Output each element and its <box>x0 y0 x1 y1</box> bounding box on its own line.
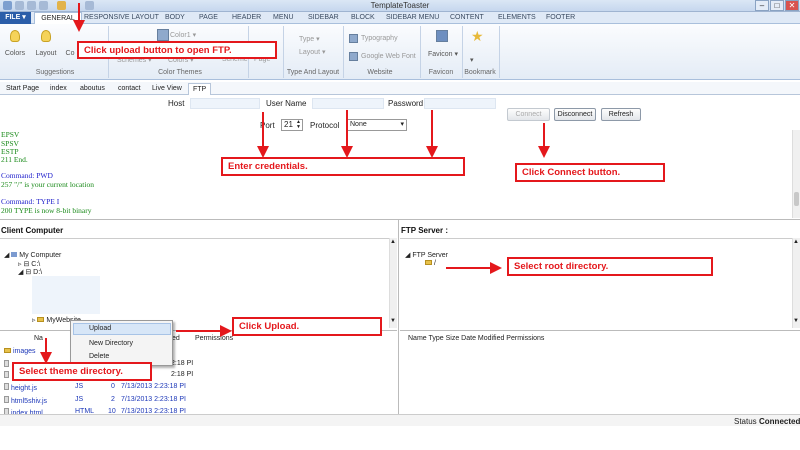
annotation-connect: Click Connect button. <box>515 163 665 182</box>
annotation-credentials: Enter credentials. <box>221 157 465 176</box>
annotation-root: Select root directory. <box>507 257 713 276</box>
annotation-theme: Select theme directory. <box>12 362 152 381</box>
annotation-arrows <box>40 3 550 364</box>
annotation-upload: Click Upload. <box>232 317 382 336</box>
annotation-upload-ftp: Click upload button to open FTP. <box>77 41 277 59</box>
